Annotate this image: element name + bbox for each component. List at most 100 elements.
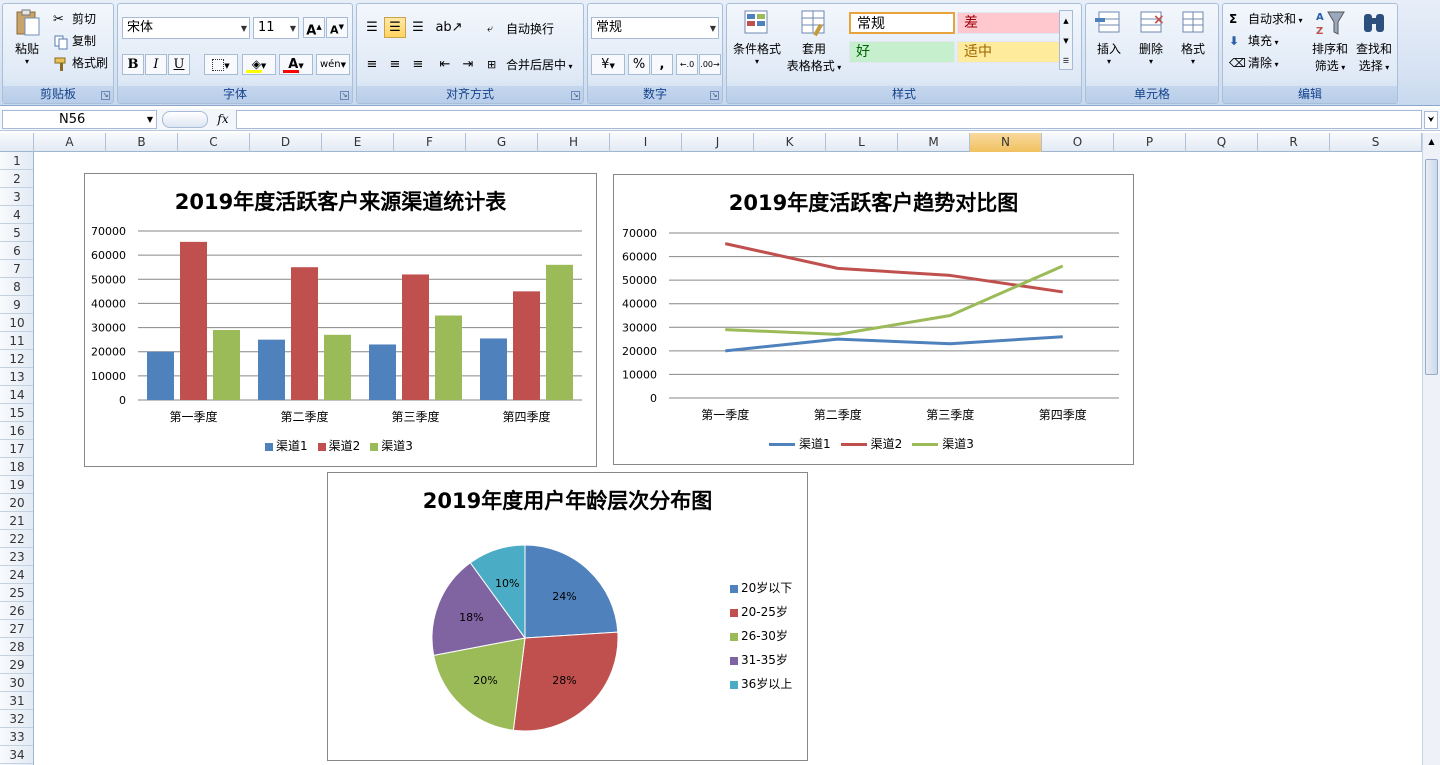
pie-chart[interactable]: 2019年度用户年龄层次分布图 24% 28% 20% 18% 10% 20岁以下 20-… [327, 472, 808, 761]
row-header-8[interactable]: 8 [0, 278, 33, 296]
row-header-32[interactable]: 32 [0, 710, 33, 728]
row-header-14[interactable]: 14 [0, 386, 33, 404]
row-header-6[interactable]: 6 [0, 242, 33, 260]
row-header-27[interactable]: 27 [0, 620, 33, 638]
shrink-font-button[interactable]: A▼ [326, 17, 348, 38]
row-header-16[interactable]: 16 [0, 422, 33, 440]
decrease-indent-button[interactable]: ⇤ [434, 54, 456, 75]
cell-style-1[interactable]: 差 [957, 12, 1063, 34]
select-all-button[interactable] [0, 133, 34, 152]
column-header-O[interactable]: O [1042, 133, 1114, 152]
row-header-31[interactable]: 31 [0, 692, 33, 710]
row-header-9[interactable]: 9 [0, 296, 33, 314]
column-header-R[interactable]: R [1258, 133, 1330, 152]
column-header-I[interactable]: I [610, 133, 682, 152]
row-header-1[interactable]: 1 [0, 152, 33, 170]
column-header-D[interactable]: D [250, 133, 322, 152]
autosum-button[interactable]: Σ 自动求和 ▾ [1229, 10, 1303, 28]
font-name-combo[interactable]: 宋体 ▼ [122, 17, 250, 39]
row-header-5[interactable]: 5 [0, 224, 33, 242]
align-center-button[interactable]: ≡ [384, 54, 406, 75]
insert-button[interactable]: 插入 ▾ [1090, 8, 1128, 66]
column-header-B[interactable]: B [106, 133, 178, 152]
column-header-J[interactable]: J [682, 133, 754, 152]
font-launcher-icon[interactable]: ↘ [340, 91, 349, 100]
row-header-24[interactable]: 24 [0, 566, 33, 584]
row-header-18[interactable]: 18 [0, 458, 33, 476]
decrease-decimal-button[interactable]: .00→ [699, 54, 721, 75]
row-header-21[interactable]: 21 [0, 512, 33, 530]
wrap-text-button[interactable]: ⤶ 自动换行 [487, 20, 554, 38]
column-header-F[interactable]: F [394, 133, 466, 152]
scroll-up-arrow-icon[interactable]: ▲ [1424, 134, 1439, 150]
row-header-28[interactable]: 28 [0, 638, 33, 656]
fill-color-button[interactable]: ◈▼ [242, 54, 276, 75]
formula-divider-handle[interactable] [162, 111, 208, 128]
row-header-17[interactable]: 17 [0, 440, 33, 458]
number-format-combo[interactable]: 常规 ▼ [591, 17, 719, 39]
row-header-10[interactable]: 10 [0, 314, 33, 332]
format-cells-button[interactable]: 格式 ▾ [1174, 8, 1212, 66]
row-header-19[interactable]: 19 [0, 476, 33, 494]
alignment-launcher-icon[interactable]: ↘ [571, 91, 580, 100]
row-header-4[interactable]: 4 [0, 206, 33, 224]
formula-input[interactable] [236, 110, 1422, 129]
column-header-G[interactable]: G [466, 133, 538, 152]
fill-button[interactable]: ⬇ 填充 ▾ [1229, 32, 1279, 50]
row-header-25[interactable]: 25 [0, 584, 33, 602]
increase-decimal-button[interactable]: ←.0 [676, 54, 698, 75]
row-header-20[interactable]: 20 [0, 494, 33, 512]
bar-chart[interactable]: 2019年度活跃客户来源渠道统计表 0 10000 20000 30000 40000 5… [84, 173, 597, 467]
scroll-thumb[interactable] [1425, 159, 1438, 375]
column-header-E[interactable]: E [322, 133, 394, 152]
increase-indent-button[interactable]: ⇥ [457, 54, 479, 75]
row-header-30[interactable]: 30 [0, 674, 33, 692]
format-as-table-button[interactable]: 套用 表格格式 ▾ [785, 8, 843, 74]
row-header-26[interactable]: 26 [0, 602, 33, 620]
column-header-H[interactable]: H [538, 133, 610, 152]
cut-button[interactable]: ✂ 剪切 [53, 10, 96, 28]
line-chart[interactable]: 2019年度活跃客户趋势对比图 0 10000 20000 30000 40000 500… [613, 174, 1134, 465]
column-header-C[interactable]: C [178, 133, 250, 152]
cell-style-3[interactable]: 适中 [957, 41, 1063, 63]
percent-button[interactable]: % [628, 54, 650, 75]
phonetic-button[interactable]: wén▼ [316, 54, 350, 75]
cell-style-2[interactable]: 好 [849, 41, 955, 63]
row-header-33[interactable]: 33 [0, 728, 33, 746]
conditional-format-button[interactable]: 条件格式 ▾ [731, 8, 783, 66]
merge-center-button[interactable]: ⊞ 合并后居中 ▾ [487, 56, 573, 74]
column-header-Q[interactable]: Q [1186, 133, 1258, 152]
grow-font-button[interactable]: A▲ [303, 17, 325, 38]
align-left-button[interactable]: ≡ [361, 54, 383, 75]
delete-button[interactable]: × 删除 ▾ [1132, 8, 1170, 66]
column-header-L[interactable]: L [826, 133, 898, 152]
find-select-button[interactable]: 查找和 选择 ▾ [1353, 8, 1395, 74]
align-middle-button[interactable]: ☰ [384, 17, 406, 38]
row-header-7[interactable]: 7 [0, 260, 33, 278]
bold-button[interactable]: B [122, 54, 144, 75]
underline-button[interactable]: U [168, 54, 190, 75]
row-header-2[interactable]: 2 [0, 170, 33, 188]
row-header-11[interactable]: 11 [0, 332, 33, 350]
row-header-29[interactable]: 29 [0, 656, 33, 674]
column-header-M[interactable]: M [898, 133, 970, 152]
row-header-12[interactable]: 12 [0, 350, 33, 368]
align-top-button[interactable]: ☰ [361, 17, 383, 38]
column-header-N[interactable]: N [970, 133, 1042, 152]
orientation-button[interactable]: ab↗ [434, 17, 464, 38]
column-header-P[interactable]: P [1114, 133, 1186, 152]
align-right-button[interactable]: ≡ [407, 54, 429, 75]
paste-button[interactable]: 粘贴 ▾ [7, 8, 47, 66]
font-size-combo[interactable]: 11 ▼ [253, 17, 299, 39]
accounting-button[interactable]: ¥▼ [591, 54, 625, 75]
row-header-13[interactable]: 13 [0, 368, 33, 386]
row-header-23[interactable]: 23 [0, 548, 33, 566]
number-launcher-icon[interactable]: ↘ [710, 91, 719, 100]
expand-formula-bar-button[interactable]: ⮟ [1424, 111, 1438, 129]
row-header-3[interactable]: 3 [0, 188, 33, 206]
font-color-button[interactable]: A▼ [279, 54, 313, 75]
vertical-scrollbar[interactable]: ▲ [1422, 133, 1440, 765]
sort-filter-button[interactable]: AZ 排序和 筛选 ▾ [1309, 8, 1351, 74]
align-bottom-button[interactable]: ☰ [407, 17, 429, 38]
name-box[interactable]: N56 ▼ [2, 110, 157, 129]
